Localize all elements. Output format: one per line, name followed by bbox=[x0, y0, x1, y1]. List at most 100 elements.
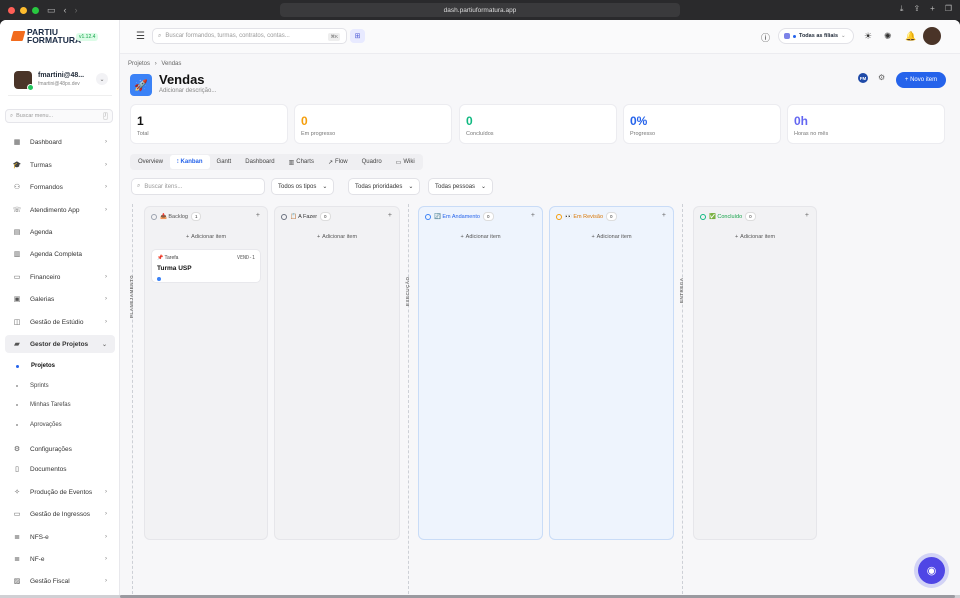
share-icon[interactable]: ⇪ bbox=[913, 4, 920, 14]
close-window-button[interactable] bbox=[8, 6, 15, 14]
theme-icon[interactable]: ✺ bbox=[884, 31, 892, 42]
tab-overview[interactable]: Overview bbox=[131, 155, 170, 169]
item-search-input[interactable]: ⌕ Buscar itens... bbox=[131, 178, 265, 195]
add-icon[interactable]: + bbox=[662, 212, 666, 219]
tab-dashboard[interactable]: Dashboard bbox=[238, 155, 281, 169]
column-header[interactable]: 👀 Em Revisão 0 bbox=[556, 212, 617, 221]
breadcrumb-projetos[interactable]: Projetos bbox=[128, 61, 150, 67]
chevron-down-icon: ⌄ bbox=[322, 184, 328, 190]
tab-wiki[interactable]: ▭ Wiki bbox=[389, 155, 422, 169]
add-icon[interactable]: + bbox=[531, 212, 535, 219]
sidebar-item-agenda-completa[interactable]: ▥ Agenda Completa bbox=[5, 245, 115, 263]
sidebar-item-dashboard[interactable]: ▦ Dashboard › bbox=[5, 133, 115, 151]
sidebar-item-label: Projetos bbox=[31, 363, 56, 369]
gear-icon[interactable]: ⚙ bbox=[878, 73, 885, 82]
briefcase-icon: ▰ bbox=[14, 341, 20, 348]
tab-charts[interactable]: ▥ Charts bbox=[282, 155, 321, 169]
member-avatar[interactable]: FM bbox=[858, 73, 868, 83]
sidebar-item-atendimento-app[interactable]: ☏ Atendimento App › bbox=[5, 201, 115, 219]
sidebar-item-configura-es[interactable]: ⚙ Configurações bbox=[5, 440, 115, 458]
column-header[interactable]: 🔄 Em Andamento 0 bbox=[425, 212, 494, 221]
add-icon[interactable]: + bbox=[256, 212, 260, 219]
bell-icon[interactable]: 🔔 bbox=[905, 31, 916, 42]
stat-card-total: 1 Total bbox=[130, 104, 288, 144]
minimize-window-button[interactable] bbox=[20, 6, 27, 14]
advanced-search-button[interactable]: ⊞ bbox=[350, 29, 365, 43]
sidebar-item-produ-o-de-eventos[interactable]: ✧ Produção de Eventos › bbox=[5, 483, 115, 501]
invoice-icon: ≣ bbox=[14, 556, 20, 563]
menu-search-input[interactable]: ⌕ Buscar menu... / bbox=[5, 109, 113, 123]
global-search-input[interactable]: ⌕ Buscar formandos, turmas, contratos, c… bbox=[152, 28, 347, 44]
sidebar-item-documentos[interactable]: ▯ Documentos bbox=[5, 460, 115, 478]
user-card[interactable]: fmartini@48... fmartini@48px.dev ⌄ bbox=[8, 64, 112, 96]
menu-icon[interactable]: ☰ bbox=[136, 31, 145, 42]
rocket-icon[interactable]: 🚀 bbox=[130, 74, 152, 96]
column-header[interactable]: 📥 Backlog 1 bbox=[151, 212, 202, 221]
add-item-button[interactable]: + Adicionar item bbox=[150, 231, 262, 243]
global-search-placeholder: Buscar formandos, turmas, contratos, con… bbox=[165, 33, 290, 39]
tab-quadro[interactable]: Quadro bbox=[355, 155, 389, 169]
brand-logo[interactable]: PARTIU FORMATURA bbox=[10, 28, 81, 44]
new-tab-icon[interactable]: + bbox=[930, 4, 935, 14]
sidebar-item-financeiro[interactable]: ▭ Financeiro › bbox=[5, 268, 115, 286]
sun-icon[interactable]: ☀ bbox=[864, 31, 872, 42]
sidebar-subitem-aprova-es[interactable]: Aprovações bbox=[5, 418, 115, 432]
sidebar-item-galerias[interactable]: ▣ Galerias › bbox=[5, 290, 115, 308]
tabs-overview-icon[interactable]: ❐ bbox=[945, 4, 952, 14]
avatar[interactable] bbox=[923, 27, 941, 45]
people-filter-select[interactable]: Todas pessoas ⌄ bbox=[428, 178, 494, 195]
add-item-label: Adicionar item bbox=[596, 234, 632, 240]
stat-value: 0 bbox=[466, 114, 473, 128]
download-icon[interactable]: ⤓ bbox=[900, 4, 904, 14]
branch-selector[interactable]: Todas as filiais ⌄ bbox=[778, 28, 854, 44]
sidebar-subitem-projetos[interactable]: Projetos bbox=[5, 359, 115, 373]
chevron-down-icon[interactable]: ⌄ bbox=[96, 73, 108, 85]
sidebar-item-label: Agenda Completa bbox=[30, 250, 83, 258]
sidebar-subitem-minhas-tarefas[interactable]: Minhas Tarefas bbox=[5, 398, 115, 412]
sidebar-item-formandos[interactable]: ⚇ Formandos › bbox=[5, 178, 115, 196]
add-item-button[interactable]: + Adicionar item bbox=[555, 231, 668, 243]
type-filter-select[interactable]: Todos os tipos ⌄ bbox=[271, 178, 335, 195]
add-icon[interactable]: + bbox=[805, 212, 809, 219]
tab-flow[interactable]: ↗ Flow bbox=[321, 155, 355, 169]
tab-kanban[interactable]: ⫶ Kanban bbox=[170, 155, 210, 169]
sidebar-item-label: NF-e bbox=[30, 555, 45, 563]
sidebar: PARTIU FORMATURA v1.12.4 fmartini@48... f… bbox=[0, 20, 120, 595]
stat-card-progresso: 0% Progresso bbox=[623, 104, 781, 144]
add-icon[interactable]: + bbox=[388, 212, 392, 219]
search-icon: ⌕ bbox=[158, 32, 162, 39]
sidebar-item-nfs-e[interactable]: ≣ NFS-e › bbox=[5, 528, 115, 546]
column-header[interactable]: ✅ Concluído 0 bbox=[700, 212, 756, 221]
chat-assistant-button[interactable]: ◉ bbox=[918, 557, 945, 584]
sidebar-item-gest-o-fiscal[interactable]: ▨ Gestão Fiscal › bbox=[5, 572, 115, 590]
page-title[interactable]: Vendas bbox=[159, 72, 205, 87]
back-icon[interactable]: ‹ bbox=[64, 5, 67, 15]
url-bar[interactable]: dash.partiuformatura.app bbox=[280, 3, 680, 17]
sidebar-item-agenda[interactable]: ▤ Agenda bbox=[5, 223, 115, 241]
plus-icon: + bbox=[316, 234, 321, 240]
page-description[interactable]: Adicionar descrição... bbox=[159, 88, 216, 94]
sidebar-item-gest-o-de-est-dio[interactable]: ◫ Gestão de Estúdio › bbox=[5, 313, 115, 331]
graduation-cap-icon: 🎓 bbox=[12, 162, 22, 169]
priority-filter-select[interactable]: Todas prioridades ⌄ bbox=[348, 178, 421, 195]
search-icon: ⌕ bbox=[137, 183, 141, 189]
help-icon[interactable]: ⓘ bbox=[761, 31, 770, 44]
add-item-button[interactable]: + Adicionar item bbox=[699, 231, 811, 243]
grid-search-icon: ⊞ bbox=[354, 33, 361, 40]
task-card[interactable]: 📌 Tarefa VEND-1 Turma USP bbox=[151, 249, 261, 283]
sidebar-toggle-icon[interactable]: ▭ bbox=[47, 5, 56, 16]
add-item-button[interactable]: + Adicionar item bbox=[280, 231, 394, 243]
new-item-button[interactable]: + Novo item bbox=[896, 72, 946, 88]
tab-gantt[interactable]: Gantt bbox=[210, 155, 239, 169]
sidebar-subitem-sprints[interactable]: Sprints bbox=[5, 379, 115, 393]
column-header[interactable]: 📋 A Fazer 0 bbox=[281, 212, 331, 221]
sidebar-item-label: Produção de Eventos bbox=[30, 488, 93, 496]
sidebar-item-gest-o-de-ingressos[interactable]: ▭ Gestão de Ingressos › bbox=[5, 505, 115, 523]
sidebar-item-gestor-de-projetos[interactable]: ▰ Gestor de Projetos ⌄ bbox=[5, 335, 115, 353]
tab-label: Flow bbox=[334, 159, 348, 165]
sidebar-item-nf-e[interactable]: ≣ NF-e › bbox=[5, 550, 115, 568]
add-item-button[interactable]: + Adicionar item bbox=[424, 231, 537, 243]
sidebar-item-turmas[interactable]: 🎓 Turmas › bbox=[5, 156, 115, 174]
forward-icon[interactable]: › bbox=[75, 5, 78, 15]
zoom-window-button[interactable] bbox=[32, 6, 39, 14]
